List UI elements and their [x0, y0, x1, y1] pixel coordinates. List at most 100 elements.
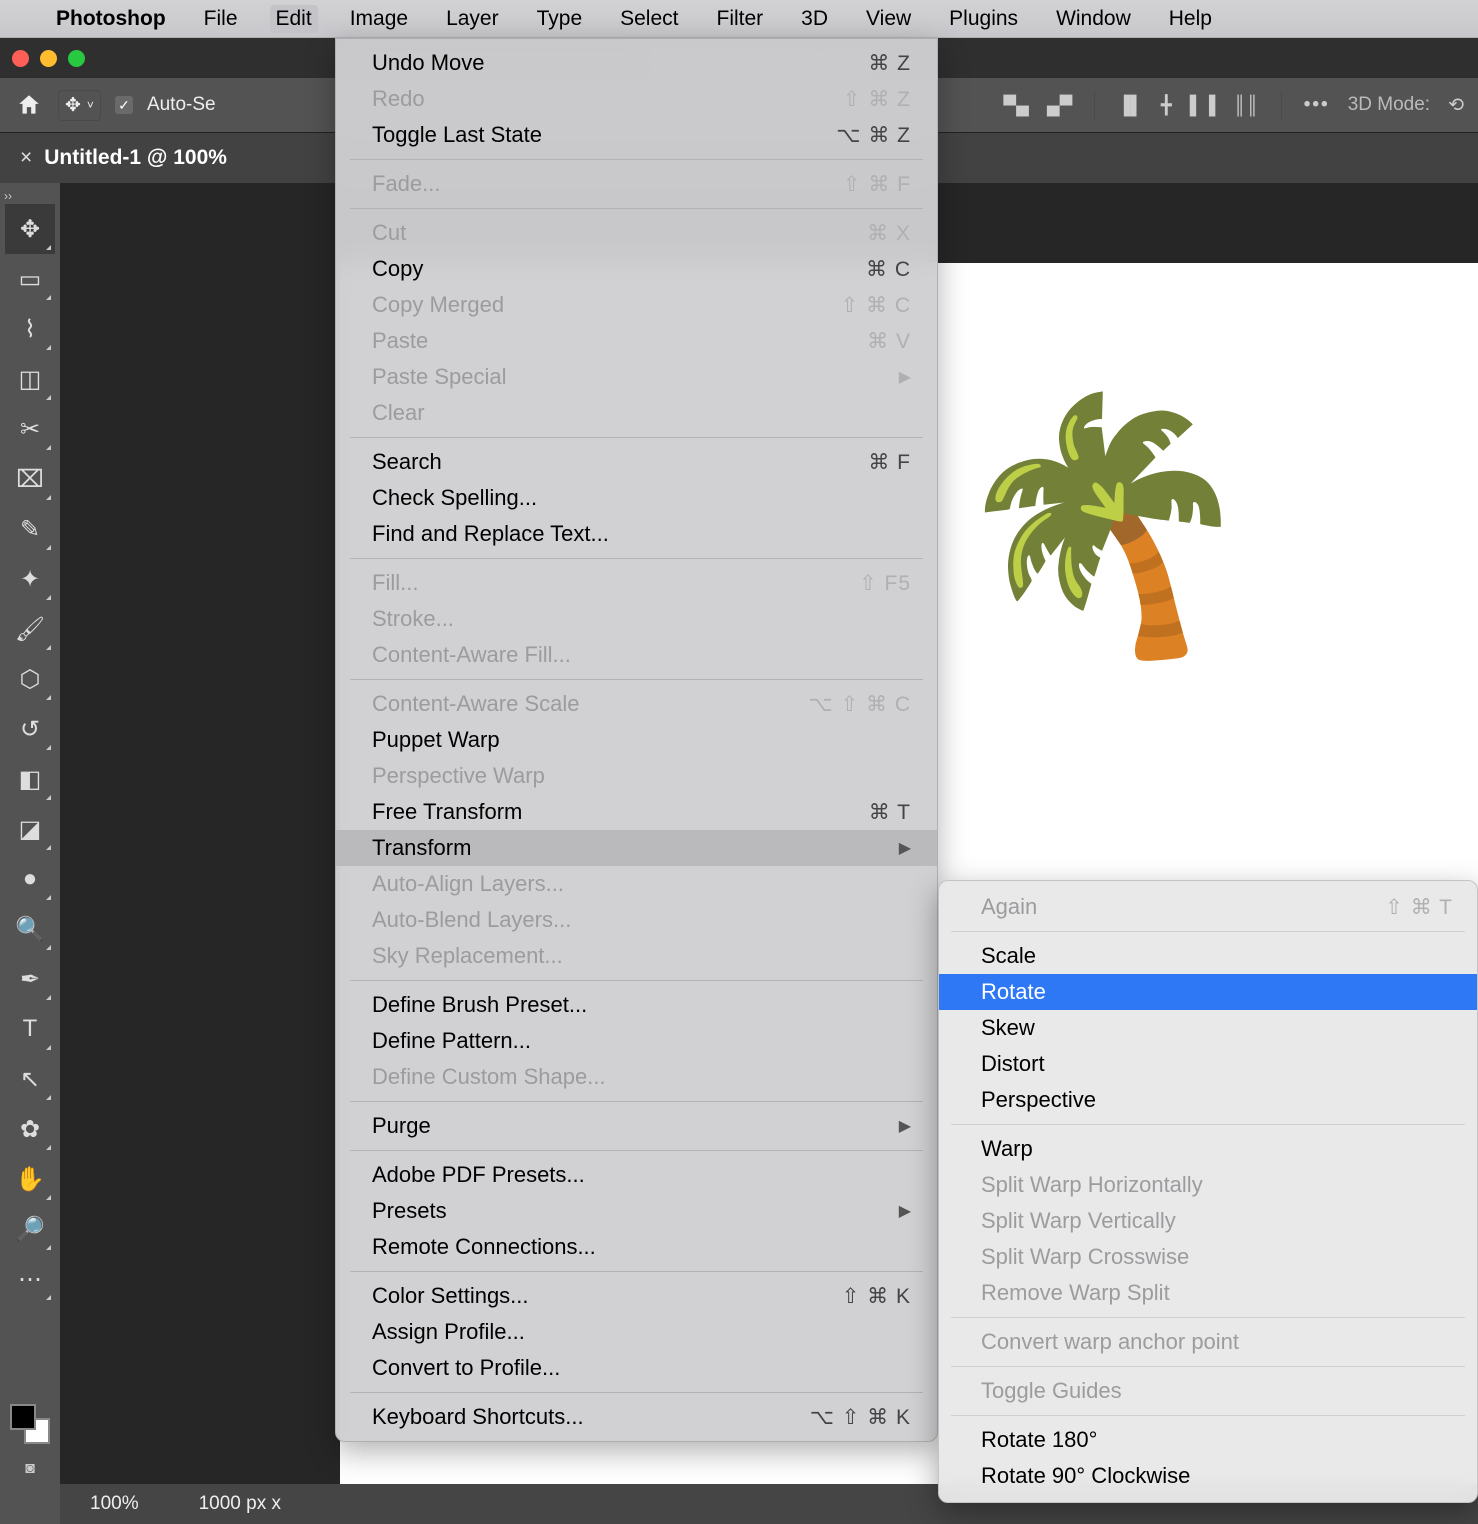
menu-select[interactable]: Select	[614, 5, 684, 33]
tab-close-icon[interactable]: ×	[20, 146, 32, 170]
hand-tool[interactable]: ✋	[5, 1154, 55, 1204]
transform-submenu[interactable]: Again⇧ ⌘ T ScaleRotateSkewDistortPerspect…	[938, 880, 1478, 1503]
frame-tool[interactable]: ⌧	[5, 454, 55, 504]
zoom-level[interactable]: 100%	[90, 1493, 139, 1515]
transform-item-skew[interactable]: Skew	[939, 1010, 1477, 1046]
object-select-tool[interactable]: ◫	[5, 354, 55, 404]
quick-mask-button[interactable]: ◙	[5, 1454, 55, 1484]
menu-view[interactable]: View	[860, 5, 917, 33]
zoom-tool[interactable]: 🔎	[5, 1204, 55, 1254]
menu-plugins[interactable]: Plugins	[943, 5, 1024, 33]
distribute-h-icon[interactable]: ║║	[1233, 95, 1259, 116]
window-zoom-button[interactable]	[68, 50, 85, 67]
align-left-icon[interactable]: ▀▄	[1003, 95, 1029, 116]
menu-item-label: Find and Replace Text...	[372, 521, 609, 547]
transform-item-scale[interactable]: Scale	[939, 938, 1477, 974]
auto-select-checkbox[interactable]: ✓	[115, 96, 133, 114]
alignment-controls: ▀▄ ▄▀ ▐▌ ╋ ▌▐ ║║ ••• 3D Mode: ⟲	[1003, 91, 1464, 119]
edit-item-toggle-last-state[interactable]: Toggle Last State⌥ ⌘ Z	[336, 117, 937, 153]
distribute-center-icon[interactable]: ╋	[1161, 95, 1172, 116]
submenu-indicator-icon	[46, 295, 51, 300]
submenu-indicator-icon	[46, 795, 51, 800]
blur-tool[interactable]: ●	[5, 854, 55, 904]
menu-type[interactable]: Type	[531, 5, 589, 33]
window-close-button[interactable]	[12, 50, 29, 67]
foreground-swatch[interactable]	[10, 1404, 36, 1430]
transform-item-distort[interactable]: Distort	[939, 1046, 1477, 1082]
stamp-tool[interactable]: ⬡	[5, 654, 55, 704]
window-traffic-lights	[12, 50, 85, 67]
toolbox-expand-icon[interactable]: ››	[0, 189, 12, 204]
submenu-indicator-icon	[46, 695, 51, 700]
edit-item-purge[interactable]: Purge▶	[336, 1108, 937, 1144]
menu-image[interactable]: Image	[344, 5, 414, 33]
transform-item-rotate-180[interactable]: Rotate 180°	[939, 1422, 1477, 1458]
menu-separator	[350, 1271, 923, 1272]
menu-filter[interactable]: Filter	[711, 5, 770, 33]
move-tool-indicator[interactable]: ✥ ˅	[58, 90, 101, 121]
distribute-bottom-icon[interactable]: ▌▐	[1190, 95, 1216, 116]
edit-item-find-and-replace-text[interactable]: Find and Replace Text...	[336, 516, 937, 552]
menu-item-label: Content-Aware Scale	[372, 691, 580, 717]
path-select-tool[interactable]: ↖	[5, 1054, 55, 1104]
edit-item-define-pattern[interactable]: Define Pattern...	[336, 1023, 937, 1059]
marquee-tool[interactable]: ▭	[5, 254, 55, 304]
lasso-tool[interactable]: ⌇	[5, 304, 55, 354]
dodge-tool[interactable]: 🔍	[5, 904, 55, 954]
transform-item-again: Again⇧ ⌘ T	[939, 889, 1477, 925]
distribute-top-icon[interactable]: ▐▌	[1117, 95, 1143, 116]
type-tool[interactable]: T	[5, 1004, 55, 1054]
document-tab-title[interactable]: Untitled-1 @ 100%	[44, 146, 227, 170]
edit-item-undo-move[interactable]: Undo Move⌘ Z	[336, 45, 937, 81]
transform-item-rotate[interactable]: Rotate	[939, 974, 1477, 1010]
edit-item-puppet-warp[interactable]: Puppet Warp	[336, 722, 937, 758]
healing-tool[interactable]: ✦	[5, 554, 55, 604]
eraser-tool[interactable]: ◧	[5, 754, 55, 804]
menu-window[interactable]: Window	[1050, 5, 1137, 33]
edit-item-transform[interactable]: Transform▶	[336, 830, 937, 866]
history-brush-tool[interactable]: ↺	[5, 704, 55, 754]
crop-tool[interactable]: ✂	[5, 404, 55, 454]
edit-item-remote-connections[interactable]: Remote Connections...	[336, 1229, 937, 1265]
menu-item-label: Define Pattern...	[372, 1028, 531, 1054]
edit-item-presets[interactable]: Presets▶	[336, 1193, 937, 1229]
gradient-tool[interactable]: ◪	[5, 804, 55, 854]
eyedropper-tool[interactable]: ✎	[5, 504, 55, 554]
menu-app[interactable]: Photoshop	[50, 5, 172, 33]
transform-item-perspective[interactable]: Perspective	[939, 1082, 1477, 1118]
window-minimize-button[interactable]	[40, 50, 57, 67]
more-tools[interactable]: ⋯	[5, 1254, 55, 1304]
edit-item-clear: Clear	[336, 395, 937, 431]
menu-item-label: Rotate 90° Clockwise	[981, 1463, 1190, 1489]
menu-edit[interactable]: Edit	[270, 5, 318, 33]
align-center-h-icon[interactable]: ▄▀	[1047, 95, 1073, 116]
menu-layer[interactable]: Layer	[440, 5, 505, 33]
menu-item-label: Remote Connections...	[372, 1234, 596, 1260]
home-button[interactable]	[14, 90, 44, 120]
edit-item-free-transform[interactable]: Free Transform⌘ T	[336, 794, 937, 830]
edit-item-copy[interactable]: Copy⌘ C	[336, 251, 937, 287]
edit-item-search[interactable]: Search⌘ F	[336, 444, 937, 480]
edit-item-adobe-pdf-presets[interactable]: Adobe PDF Presets...	[336, 1157, 937, 1193]
document-size[interactable]: 1000 px x	[199, 1493, 281, 1515]
transform-item-rotate-90-clockwise[interactable]: Rotate 90° Clockwise	[939, 1458, 1477, 1494]
color-swatches[interactable]	[10, 1404, 50, 1444]
menu-file[interactable]: File	[198, 5, 244, 33]
brush-tool[interactable]: 🖌	[5, 604, 55, 654]
shape-tool[interactable]: ✿	[5, 1104, 55, 1154]
edit-menu-dropdown[interactable]: Undo Move⌘ ZRedo⇧ ⌘ ZToggle Last State⌥ …	[335, 38, 938, 1442]
pen-tool[interactable]: ✒	[5, 954, 55, 1004]
transform-item-warp[interactable]: Warp	[939, 1131, 1477, 1167]
edit-item-define-brush-preset[interactable]: Define Brush Preset...	[336, 987, 937, 1023]
edit-item-assign-profile[interactable]: Assign Profile...	[336, 1314, 937, 1350]
menu-help[interactable]: Help	[1163, 5, 1218, 33]
edit-item-check-spelling[interactable]: Check Spelling...	[336, 480, 937, 516]
edit-item-color-settings[interactable]: Color Settings...⇧ ⌘ K	[336, 1278, 937, 1314]
edit-item-convert-to-profile[interactable]: Convert to Profile...	[336, 1350, 937, 1386]
move-tool[interactable]: ✥	[5, 204, 55, 254]
more-options-icon[interactable]: •••	[1304, 94, 1330, 116]
menu-3d[interactable]: 3D	[795, 5, 834, 33]
mac-menubar[interactable]: Photoshop File Edit Image Layer Type Sel…	[0, 0, 1478, 38]
orbit-icon[interactable]: ⟲	[1448, 94, 1464, 117]
edit-item-keyboard-shortcuts[interactable]: Keyboard Shortcuts...⌥ ⇧ ⌘ K	[336, 1399, 937, 1435]
